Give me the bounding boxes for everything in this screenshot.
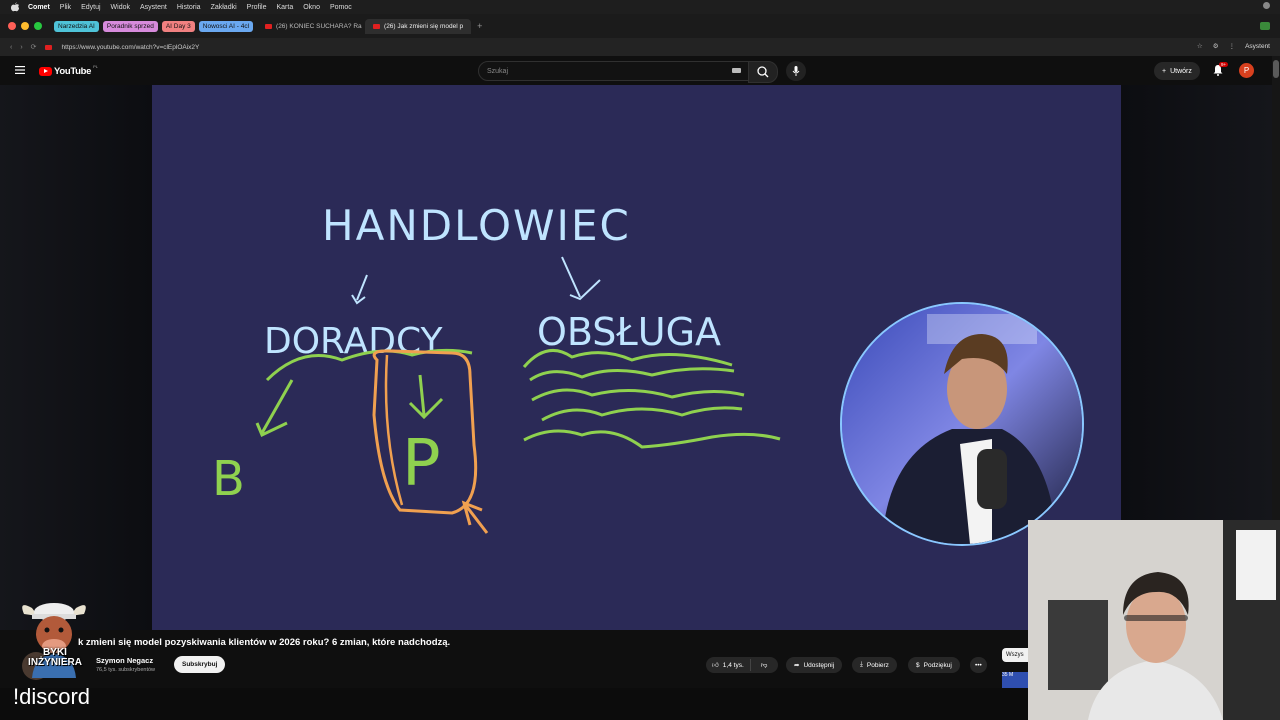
address-bar: ‹›⟳ https://www.youtube.com/watch?v=clEp…	[0, 38, 1280, 56]
nav-arrows-icon[interactable]: ‹›⟳	[10, 43, 45, 51]
download-icon: ⤓	[860, 661, 863, 668]
thanks-label: Podziękuj	[923, 661, 952, 669]
tab-label: (26) KONIEC SUCHARA? Ra	[276, 22, 362, 30]
more-dots-icon: •••	[975, 661, 982, 669]
whiteboard-letter-b: B	[212, 451, 245, 507]
search-button[interactable]	[748, 61, 778, 83]
menu-historia[interactable]: Historia	[177, 4, 201, 11]
subscriber-count: 76,5 tys. subskrybentów	[96, 667, 156, 673]
tab-koniec-suchara[interactable]: (26) KONIEC SUCHARA? Ra	[257, 19, 365, 34]
whiteboard-label-obsluga: OBSŁUGA	[537, 310, 721, 354]
streamer-logo-text: BYKI INŻYNIERA	[28, 647, 82, 668]
youtube-logo[interactable]: YouTube PL	[39, 64, 99, 77]
arrow-right-icon	[561, 256, 601, 301]
share-label: Udostępnij	[803, 661, 835, 669]
dislike-button[interactable]: 👎︎	[755, 661, 774, 669]
window-controls	[8, 22, 42, 30]
mac-menubar: Comet Plik Edytuj Widok Asystent Histori…	[0, 0, 1280, 14]
arrow-to-b-icon	[255, 379, 294, 438]
orange-arrow-icon	[461, 500, 489, 534]
menu-zakladki[interactable]: Zakładki	[211, 4, 237, 11]
download-label: Pobierz	[866, 661, 889, 669]
hamburger-menu-icon[interactable]	[15, 66, 25, 74]
account-avatar[interactable]: P	[1239, 63, 1254, 78]
new-tab-icon[interactable]: +	[477, 21, 482, 31]
youtube-favicon-icon	[44, 44, 52, 50]
thumbs-down-icon: 👎︎	[760, 662, 768, 669]
youtube-play-icon	[39, 67, 52, 76]
keyboard-icon[interactable]	[732, 68, 741, 73]
menu-pomoc[interactable]: Pomoc	[330, 4, 352, 11]
arrow-to-p-icon	[408, 374, 444, 420]
scrollbar-thumb[interactable]	[1273, 60, 1279, 78]
menubar-status-icons	[1263, 2, 1270, 9]
youtube-favicon-icon	[373, 23, 381, 29]
create-button[interactable]: + Utwórz	[1154, 62, 1200, 80]
search-icon	[757, 66, 769, 78]
microphone-icon	[792, 66, 800, 76]
menu-okno[interactable]: Okno	[303, 4, 320, 11]
menu-karta[interactable]: Karta	[277, 4, 294, 11]
tab-group-nowosci-ai[interactable]: Nowosci AI - 4cl	[198, 20, 254, 32]
browser-extension-icon[interactable]	[1260, 22, 1270, 30]
arrow-left-icon	[351, 274, 368, 305]
video-title: k zmieni się model pozyskiwania klientów…	[78, 637, 451, 648]
more-actions-button[interactable]: •••	[970, 657, 987, 673]
share-icon: ➦	[794, 662, 800, 669]
subscribe-button[interactable]: Subskrybuj	[174, 656, 226, 673]
url-field[interactable]: https://www.youtube.com/watch?v=clEplOAi…	[62, 44, 200, 51]
like-count: 1,4 tys.	[722, 661, 744, 669]
streamer-webcam-image	[1028, 520, 1280, 720]
recommended-thumbnail[interactable]: 35 M	[1002, 672, 1028, 688]
menu-widok[interactable]: Widok	[111, 4, 130, 11]
notification-badge: 9+	[1219, 62, 1229, 67]
assistant-button[interactable]: Asystent	[1245, 43, 1270, 50]
region-code: PL	[93, 64, 99, 69]
menu-plik[interactable]: Plik	[60, 4, 71, 11]
bookmark-star-icon[interactable]: ☆	[1197, 42, 1203, 50]
whiteboard-letter-p: P	[402, 427, 441, 501]
thanks-icon: $	[916, 661, 920, 669]
address-bar-actions: ☆ ⚙ ⋮ Asystent	[1197, 42, 1270, 51]
tab-group-poradnik[interactable]: Poradnik sprzed	[102, 20, 158, 32]
youtube-favicon-icon	[265, 23, 273, 29]
menu-edytuj[interactable]: Edytuj	[81, 4, 100, 11]
apple-icon[interactable]	[10, 2, 20, 12]
presenter-image	[842, 304, 1082, 544]
like-dislike-group: 👍︎ 1,4 tys. 👎︎	[706, 657, 778, 673]
youtube-wordmark: YouTube	[54, 66, 92, 77]
search-placeholder: Szukaj	[487, 67, 509, 75]
wave-lines	[522, 348, 781, 449]
menu-dots-icon[interactable]: ⋮	[1229, 42, 1236, 50]
extensions-icon[interactable]: ⚙	[1213, 42, 1219, 50]
whiteboard-title: HANDLOWIEC	[322, 201, 631, 250]
menu-app-name[interactable]: Comet	[28, 4, 50, 11]
search-input[interactable]: Szukaj	[478, 61, 750, 81]
tab-active-video[interactable]: (26) Jak zmieni się model p	[365, 18, 472, 34]
like-button[interactable]: 👍︎ 1,4 tys.	[706, 659, 751, 671]
browser-tabbar: Narzedzia AI Poradnik sprzed AI Day 3 No…	[0, 14, 1280, 38]
streamer-webcam	[1028, 520, 1280, 720]
voice-search-button[interactable]	[786, 61, 806, 81]
close-window-button[interactable]	[8, 22, 16, 30]
channel-name[interactable]: Szymon Negacz	[96, 656, 153, 665]
presenter-camera-bubble	[840, 302, 1084, 546]
zoom-window-button[interactable]	[34, 22, 42, 30]
download-button[interactable]: ⤓ Pobierz	[852, 657, 897, 673]
youtube-header: YouTube PL Szukaj + Utwórz 9+ P	[0, 56, 1272, 85]
minimize-window-button[interactable]	[21, 22, 29, 30]
tab-label: (26) Jak zmieni się model p	[384, 22, 464, 30]
plus-icon: +	[1162, 67, 1167, 75]
player-side-left	[0, 85, 152, 630]
discord-command-text: !discord	[13, 684, 91, 709]
menu-profile[interactable]: Profile	[247, 4, 267, 11]
thanks-button[interactable]: $ Podziękuj	[908, 657, 960, 673]
share-button[interactable]: ➦ Udostępnij	[786, 657, 843, 673]
thumbs-up-icon: 👍︎	[712, 662, 719, 669]
create-label: Utwórz	[1170, 67, 1192, 75]
tab-group-ai-day[interactable]: AI Day 3	[161, 20, 195, 32]
status-icon[interactable]	[1263, 2, 1270, 9]
menu-asystent[interactable]: Asystent	[140, 4, 167, 11]
tab-group-narzedzia-ai[interactable]: Narzedzia AI	[54, 20, 99, 32]
